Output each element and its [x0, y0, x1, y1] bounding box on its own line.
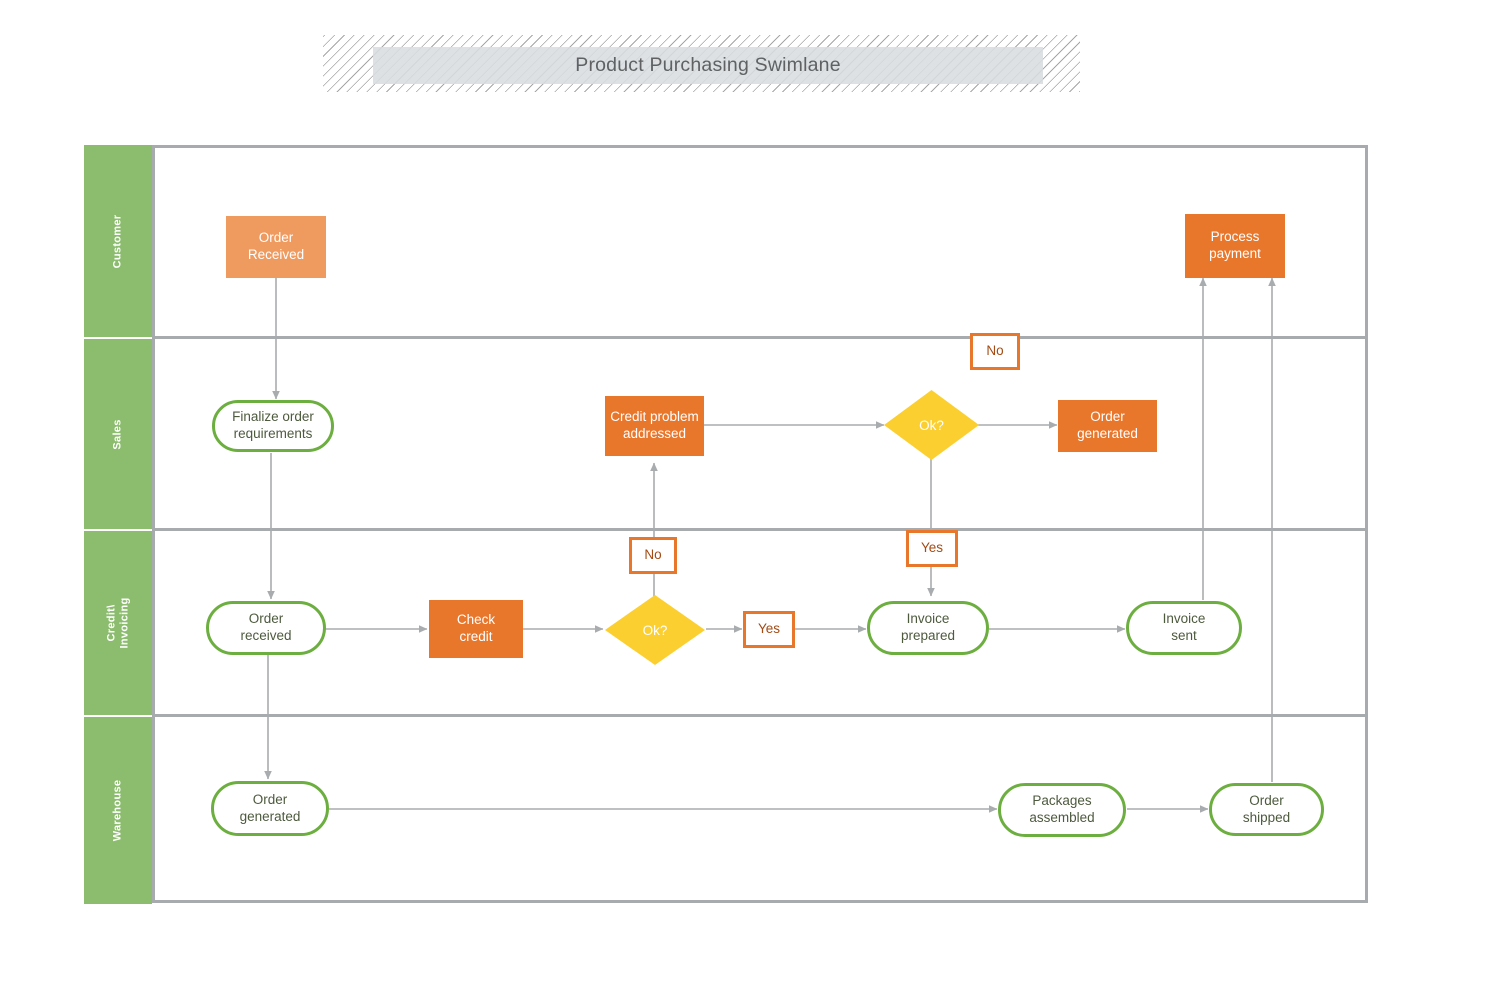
edge-tag-no-sales[interactable]: No	[970, 333, 1020, 370]
edge-tag-no-credit-label: No	[644, 547, 662, 563]
node-finalize-order[interactable]: Finalize order requirements	[212, 400, 334, 452]
node-packages-assembled-label: Packages assembled	[1029, 793, 1095, 825]
node-ok-sales[interactable]: Ok?	[884, 390, 979, 460]
edge-tag-no-credit[interactable]: No	[629, 537, 677, 574]
edge-tag-yes-credit-label: Yes	[757, 621, 781, 637]
lane-band-sales-inner: Sales	[84, 339, 152, 529]
lane-band-credit-invoicing: Credit\ Invoicing	[84, 531, 152, 715]
lane-band-warehouse-inner: Warehouse	[84, 717, 152, 904]
lane-divider-customer-sales	[152, 336, 1368, 339]
node-credit-problem-addressed-label: Credit problem addressed	[610, 409, 699, 441]
node-ok-sales-label: Ok?	[919, 417, 944, 433]
edge-tag-no-sales-label: No	[986, 343, 1004, 359]
node-order-generated-sales[interactable]: Order generated	[1058, 400, 1157, 452]
lane-band-warehouse: Warehouse	[84, 717, 152, 904]
node-packages-assembled[interactable]: Packages assembled	[998, 783, 1126, 837]
edge-tag-yes-credit[interactable]: Yes	[743, 611, 795, 648]
node-process-payment[interactable]: Process payment	[1185, 214, 1285, 278]
node-invoice-prepared-label: Invoice prepared	[900, 611, 956, 643]
page-title: Product Purchasing Swimlane	[575, 54, 841, 76]
node-check-credit-label: Check credit	[456, 612, 496, 644]
edge-tag-yes-sales[interactable]: Yes	[906, 530, 958, 567]
node-order-generated-warehouse[interactable]: Order generated	[211, 781, 329, 836]
lane-divider-credit-warehouse	[152, 714, 1368, 717]
node-order-shipped[interactable]: Order shipped	[1209, 783, 1324, 836]
node-order-received-credit-label: Order received	[240, 611, 292, 643]
swimlane-diagram-canvas: Product Purchasing Swimlane Customer Sal…	[0, 0, 1500, 1000]
node-credit-problem-addressed[interactable]: Credit problem addressed	[605, 396, 704, 456]
node-invoice-sent[interactable]: Invoice sent	[1126, 601, 1242, 655]
node-invoice-prepared[interactable]: Invoice prepared	[867, 601, 989, 655]
lane-band-credit-invoicing-inner: Credit\ Invoicing	[84, 531, 152, 715]
title-plate: Product Purchasing Swimlane	[373, 47, 1043, 84]
node-ok-credit[interactable]: Ok?	[605, 595, 705, 665]
node-finalize-order-label: Finalize order requirements	[232, 409, 314, 441]
node-invoice-sent-label: Invoice sent	[1162, 611, 1206, 643]
lane-band-customer: Customer	[84, 145, 152, 337]
node-order-generated-sales-label: Order generated	[1077, 409, 1138, 441]
edge-tag-yes-sales-label: Yes	[920, 540, 944, 556]
lane-band-customer-inner: Customer	[84, 145, 152, 337]
node-process-payment-label: Process payment	[1209, 229, 1261, 261]
lane-band-sales: Sales	[84, 339, 152, 529]
node-order-received-credit[interactable]: Order received	[206, 601, 326, 655]
node-order-received-customer-label: Order Received	[247, 230, 305, 262]
lane-label-sales: Sales	[111, 418, 124, 450]
node-order-received-customer[interactable]: Order Received	[226, 216, 326, 278]
lane-divider-sales-credit	[152, 528, 1368, 531]
node-order-generated-warehouse-label: Order generated	[239, 791, 301, 824]
node-order-shipped-label: Order shipped	[1242, 792, 1291, 825]
lane-label-credit-invoicing: Credit\ Invoicing	[105, 597, 130, 649]
lane-label-customer: Customer	[111, 214, 124, 268]
node-ok-credit-label: Ok?	[642, 622, 668, 638]
node-check-credit[interactable]: Check credit	[429, 600, 523, 658]
lane-label-warehouse: Warehouse	[111, 779, 124, 842]
